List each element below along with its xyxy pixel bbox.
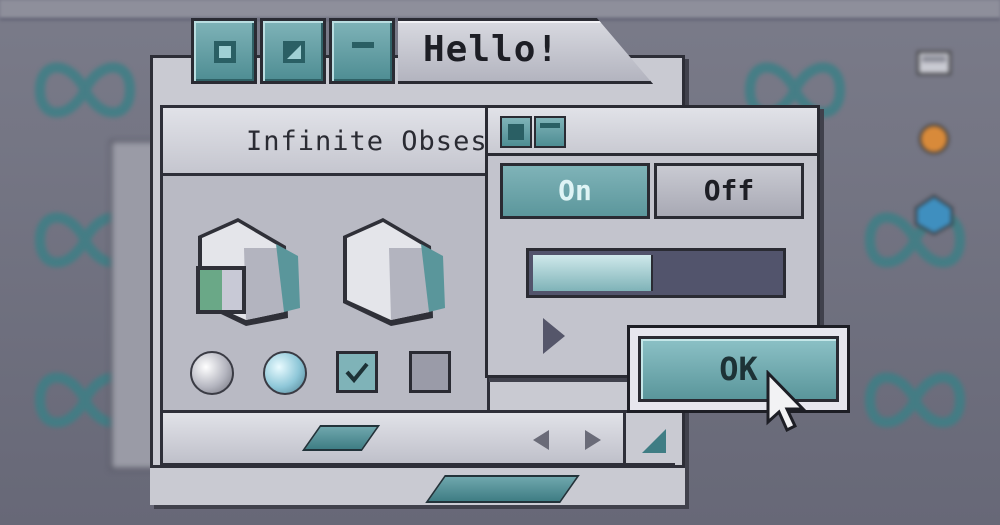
window-title: Hello! [423,29,560,70]
app-icon[interactable] [910,115,958,163]
control-window-header [488,108,817,156]
progress-bar [526,248,786,298]
zoom-icon [283,41,305,63]
ok-button-frame: OK [627,325,850,413]
close-button[interactable] [191,18,257,84]
collapse-icon [352,42,374,48]
resize-handle[interactable] [623,413,675,463]
resize-icon [642,429,666,453]
panel-title: Infinite Obses [246,126,488,157]
mini-close-button[interactable] [500,116,532,148]
scroll-left-icon[interactable] [531,429,551,451]
window-title-tab[interactable]: Hello! [398,18,653,84]
infinity-logo-icon [10,40,160,144]
infinity-logo-icon [840,350,990,454]
collapse-icon [540,123,560,128]
close-icon [508,124,524,140]
scroll-bar [160,410,675,466]
checkbox-unchecked-icon[interactable] [409,351,451,393]
panel-header: Infinite Obses [163,108,487,176]
radio-off-icon[interactable] [190,351,234,395]
zoom-button[interactable] [260,18,326,84]
folder-icon[interactable] [333,208,453,328]
title-bar: Hello! [188,15,658,91]
hard-drive-icon[interactable] [910,40,958,88]
progress-fill [533,255,653,291]
finder-folder-icon[interactable] [188,208,308,328]
radio-on-icon[interactable] [263,351,307,395]
network-icon[interactable] [910,190,958,238]
window-footer [150,465,685,505]
scroll-right-icon[interactable] [583,429,603,451]
collapse-button[interactable] [329,18,395,84]
mini-collapse-button[interactable] [534,116,566,148]
scroll-thumb[interactable] [301,425,381,451]
pointer-cursor-icon [766,370,807,433]
disclosure-triangle-icon[interactable] [543,318,565,354]
off-toggle-button[interactable]: Off [654,163,804,219]
checkbox-checked-icon[interactable] [336,351,378,393]
footer-tab[interactable] [425,475,580,503]
close-icon [214,41,236,63]
on-toggle-button[interactable]: On [500,163,650,219]
